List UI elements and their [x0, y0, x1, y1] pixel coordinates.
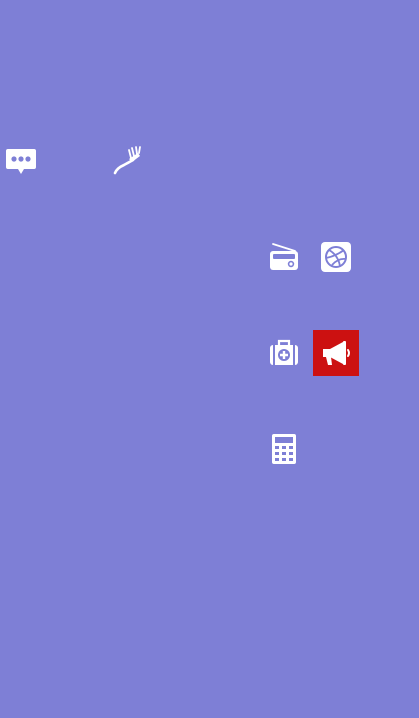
dribbble-icon[interactable]: [319, 240, 353, 274]
toothbrush-icon[interactable]: [110, 144, 144, 176]
medkit-icon[interactable]: [267, 336, 301, 370]
home-screen: [0, 0, 419, 718]
megaphone-icon[interactable]: [313, 330, 359, 376]
calculator-icon[interactable]: [267, 432, 301, 466]
radio-icon[interactable]: [267, 240, 301, 274]
chat-bubble-icon[interactable]: [4, 146, 38, 178]
